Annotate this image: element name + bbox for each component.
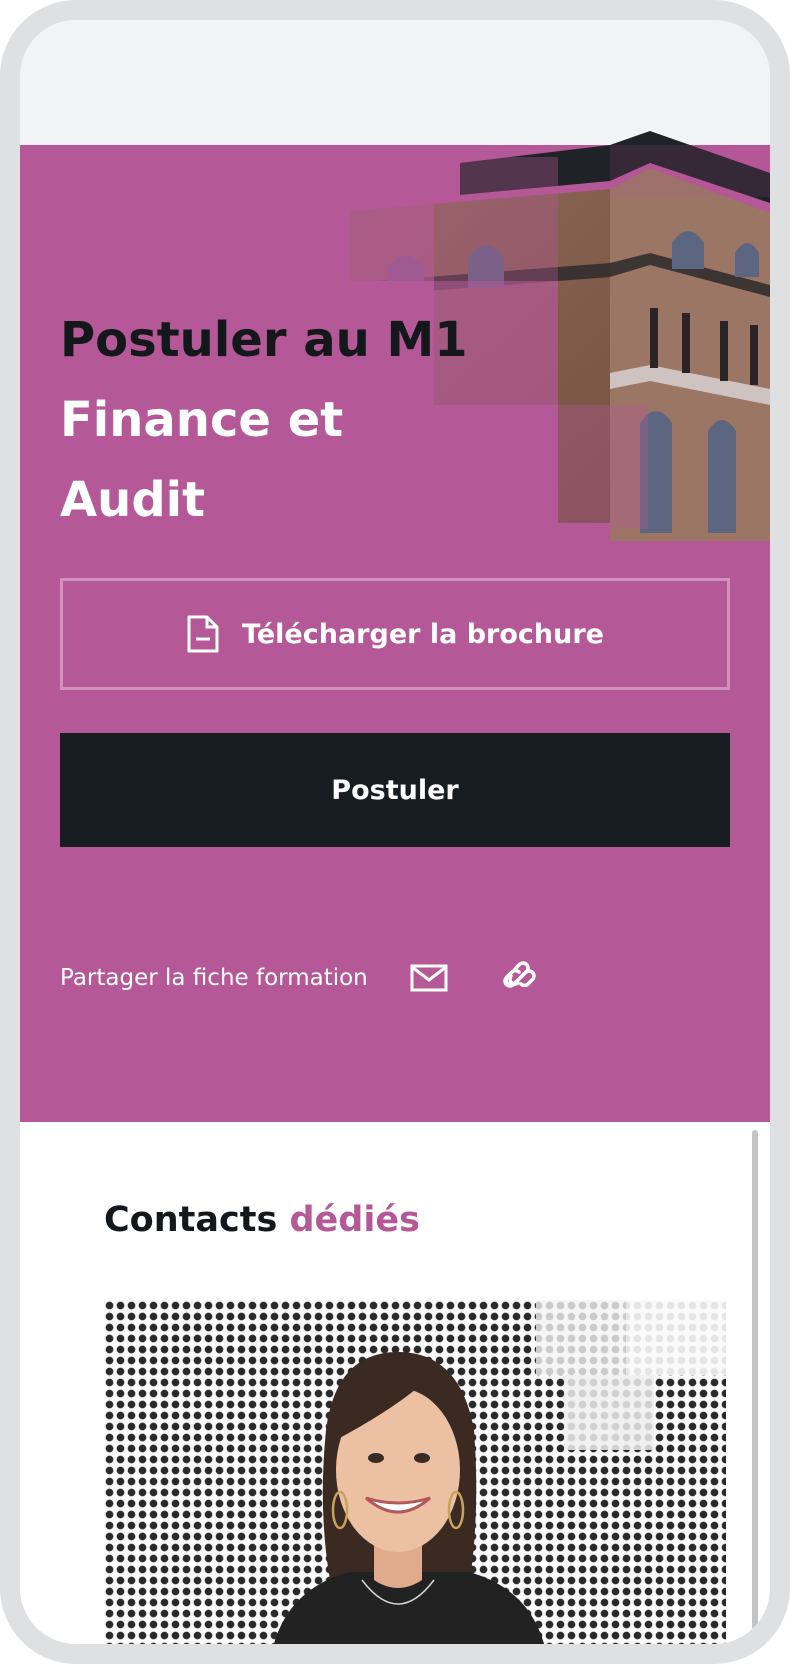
contacts-title-accent: dédiés xyxy=(289,1200,420,1240)
contact-photo xyxy=(104,1300,726,1644)
title-line-2: Finance et xyxy=(60,392,344,448)
contacts-title: Contacts dédiés xyxy=(104,1200,420,1240)
document-icon xyxy=(187,615,219,653)
apply-button[interactable]: Postuler xyxy=(60,733,730,847)
share-row: Partager la fiche formation xyxy=(60,953,538,1003)
link-icon[interactable] xyxy=(502,960,538,996)
contacts-section: Contacts dédiés xyxy=(20,1122,770,1644)
title-dark-part: Postuler au M1 xyxy=(60,312,468,368)
scrollbar[interactable] xyxy=(752,1130,758,1630)
title-line-3: Audit xyxy=(60,472,206,528)
contact-portrait xyxy=(274,1300,726,1644)
download-brochure-label: Télécharger la brochure xyxy=(242,618,604,650)
device-frame: Postuler au M1 Finance et Audit Téléchar… xyxy=(0,0,790,1664)
hero-section: Postuler au M1 Finance et Audit Téléchar… xyxy=(20,131,770,1122)
screen: Postuler au M1 Finance et Audit Téléchar… xyxy=(20,20,770,1644)
mail-icon[interactable] xyxy=(410,964,448,992)
download-brochure-button[interactable]: Télécharger la brochure xyxy=(60,578,730,690)
apply-button-label: Postuler xyxy=(331,774,459,806)
page-title: Postuler au M1 Finance et Audit xyxy=(60,300,580,540)
share-label: Partager la fiche formation xyxy=(60,965,368,991)
contacts-title-main: Contacts xyxy=(104,1200,278,1240)
